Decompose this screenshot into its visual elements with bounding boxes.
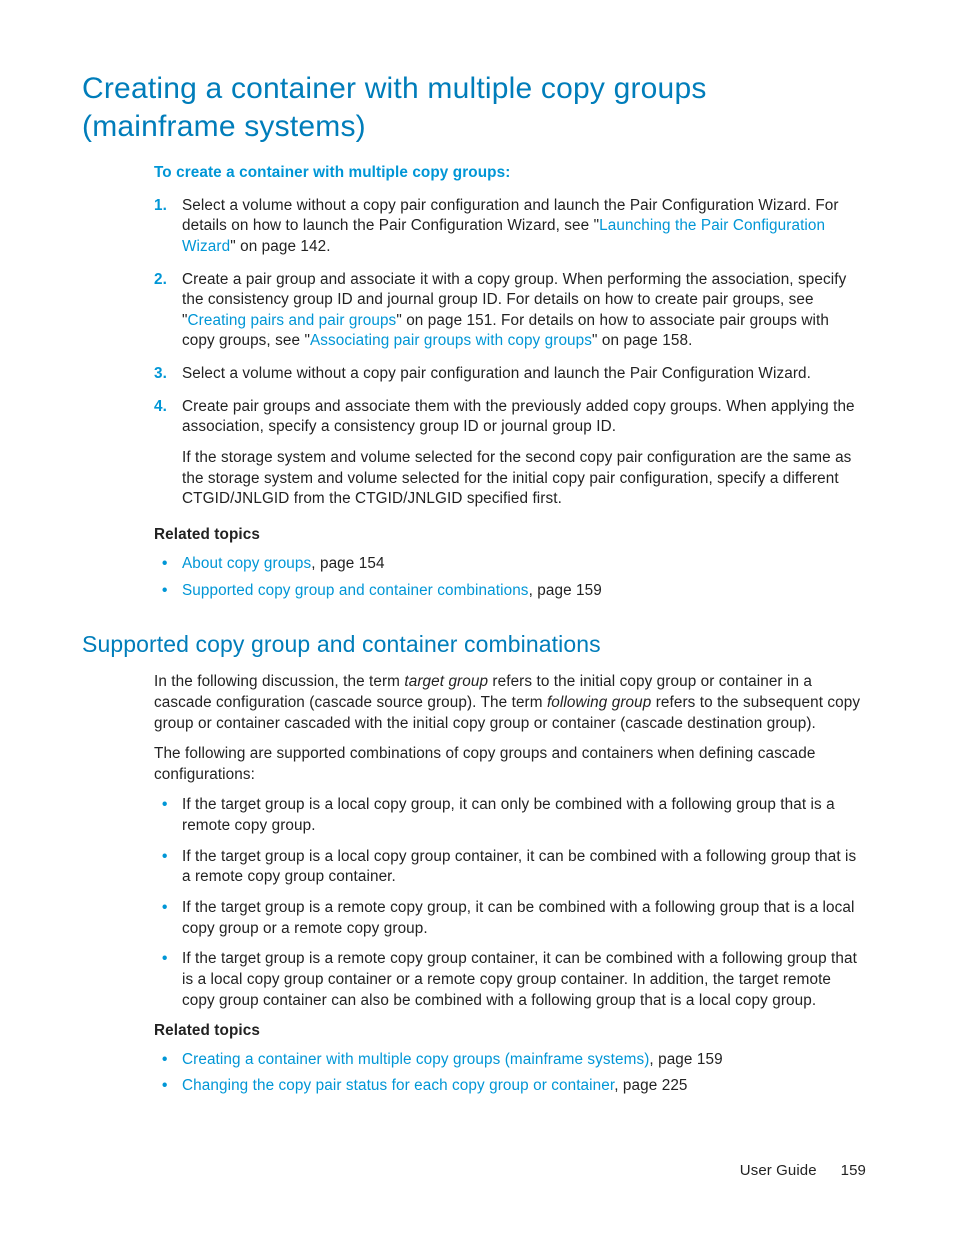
related-item: Changing the copy pair status for each c… xyxy=(154,1076,866,1097)
text: In the following discussion, the term xyxy=(154,673,404,690)
page-ref: , page 159 xyxy=(649,1051,722,1068)
step-text: " on page 158. xyxy=(592,332,692,349)
procedure-intro: To create a container with multiple copy… xyxy=(154,163,866,184)
doc-title: User Guide xyxy=(740,1162,817,1179)
xref-changing-copy-pair-status[interactable]: Changing the copy pair status for each c… xyxy=(182,1077,614,1094)
page-number: 159 xyxy=(841,1162,866,1179)
term: following group xyxy=(547,694,651,711)
combination-list: If the target group is a local copy grou… xyxy=(154,795,866,1011)
xref-about-copy-groups[interactable]: About copy groups xyxy=(182,555,311,572)
related-item: Supported copy group and container combi… xyxy=(154,581,866,602)
page-ref: , page 159 xyxy=(529,582,602,599)
body-paragraph: The following are supported combinations… xyxy=(154,744,866,785)
page-footer: User Guide 159 xyxy=(0,1161,954,1181)
step-3: Select a volume without a copy pair conf… xyxy=(154,364,866,385)
step-note: If the storage system and volume selecte… xyxy=(182,448,866,510)
step-text: Select a volume without a copy pair conf… xyxy=(182,365,811,382)
related-topics-list: About copy groups, page 154 Supported co… xyxy=(154,554,866,601)
step-2: Create a pair group and associate it wit… xyxy=(154,270,866,353)
list-item: If the target group is a remote copy gro… xyxy=(154,949,866,1011)
list-item: If the target group is a local copy grou… xyxy=(154,795,866,836)
related-topics-heading: Related topics xyxy=(154,1021,866,1042)
list-item: If the target group is a remote copy gro… xyxy=(154,898,866,939)
related-item: Creating a container with multiple copy … xyxy=(154,1050,866,1071)
subsection-title: Supported copy group and container combi… xyxy=(82,629,866,660)
xref-supported-combinations[interactable]: Supported copy group and container combi… xyxy=(182,582,529,599)
xref-creating-pairs[interactable]: Creating pairs and pair groups xyxy=(188,312,397,329)
procedure-steps: Select a volume without a copy pair conf… xyxy=(154,196,866,510)
section-title: Creating a container with multiple copy … xyxy=(82,70,866,145)
xref-creating-container[interactable]: Creating a container with multiple copy … xyxy=(182,1051,649,1068)
page-ref: , page 225 xyxy=(614,1077,687,1094)
xref-associating-pair-groups[interactable]: Associating pair groups with copy groups xyxy=(310,332,592,349)
term: target group xyxy=(404,673,488,690)
list-item: If the target group is a local copy grou… xyxy=(154,847,866,888)
page-ref: , page 154 xyxy=(311,555,384,572)
step-4: Create pair groups and associate them wi… xyxy=(154,397,866,510)
step-text: Create pair groups and associate them wi… xyxy=(182,398,855,436)
step-text: " on page 142. xyxy=(230,238,330,255)
related-topics-list: Creating a container with multiple copy … xyxy=(154,1050,866,1097)
related-topics-heading: Related topics xyxy=(154,525,866,546)
body-paragraph: In the following discussion, the term ta… xyxy=(154,672,866,734)
related-item: About copy groups, page 154 xyxy=(154,554,866,575)
step-1: Select a volume without a copy pair conf… xyxy=(154,196,866,258)
